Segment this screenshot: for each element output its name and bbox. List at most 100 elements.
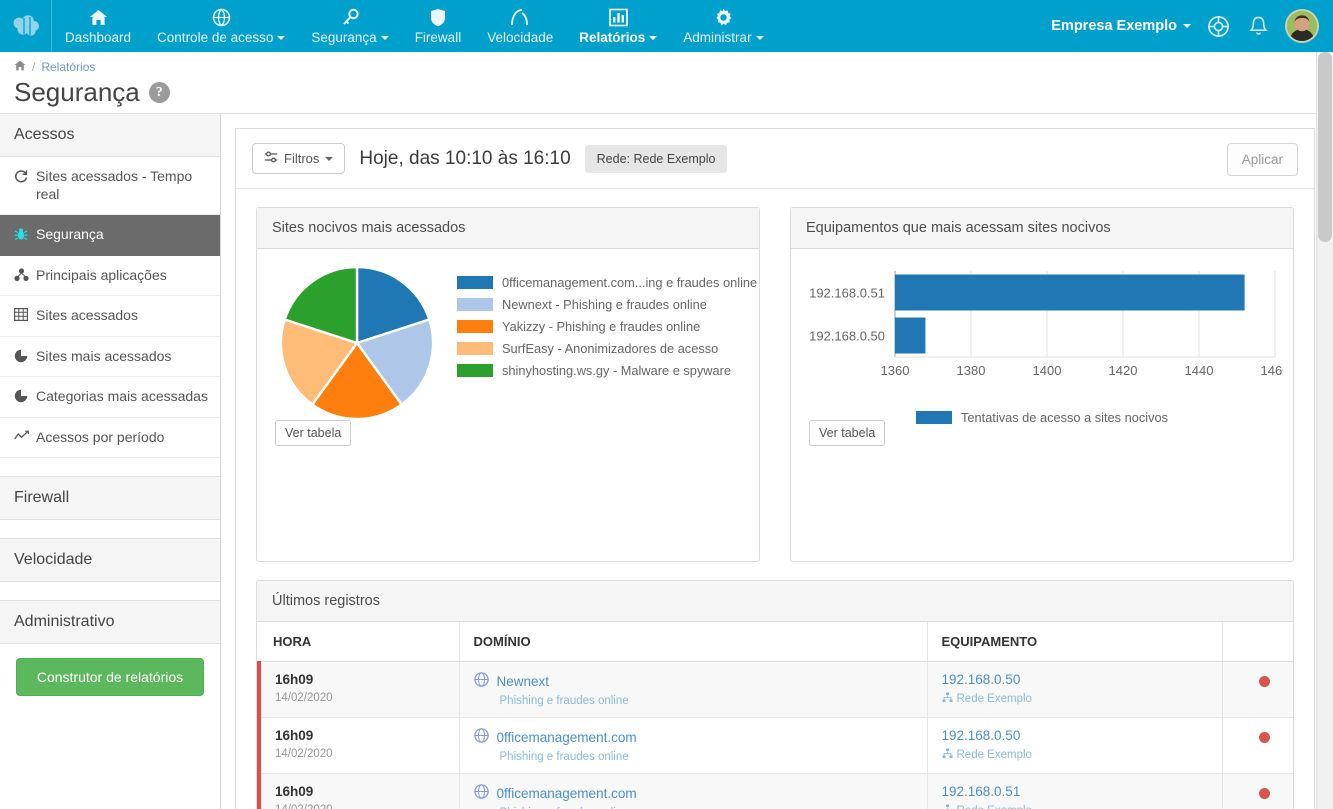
key-icon [341, 8, 360, 27]
primary-nav-items: Dashboard Controle de acesso Segurança F… [52, 0, 777, 52]
date-range-label: Hoje, das 10:10 às 16:10 [359, 147, 571, 169]
record-category: Phishing e fraudes online [499, 751, 629, 763]
help-icon[interactable]: ? [148, 82, 170, 103]
globe-network-icon [212, 8, 231, 27]
record-device[interactable]: 192.168.0.50 [942, 672, 1208, 687]
record-device[interactable]: 192.168.0.51 [942, 784, 1208, 799]
table-row[interactable]: 16h0914/02/20200fficemanagement.comPhish… [257, 773, 1293, 809]
panel-equipamentos: Equipamentos que mais acessam sites noci… [790, 207, 1294, 562]
column-header-status [1222, 622, 1293, 662]
record-domain[interactable]: 0fficemanagement.com [473, 728, 913, 746]
apply-button[interactable]: Aplicar [1226, 143, 1298, 176]
legend-item[interactable]: 0fficemanagement.com...ing e fraudes onl… [457, 271, 759, 293]
sidebar-item-sites-acessados-tempo-real[interactable]: Sites acessados - Tempo real [0, 157, 220, 215]
sidebar-item-label: Sites mais acessados [36, 347, 172, 364]
nav-item-firewall[interactable]: Firewall [402, 0, 475, 52]
view-table-button-pie[interactable]: Ver tabela [275, 420, 352, 446]
pie-chart-legend: 0fficemanagement.com...ing e fraudes onl… [457, 259, 759, 381]
breadcrumb-item-relatorios[interactable]: Relatórios [41, 60, 95, 74]
record-network-label: Rede Exemplo [956, 749, 1032, 761]
company-selector[interactable]: Empresa Exemplo [1051, 18, 1191, 34]
nav-label-dashboard: Dashboard [65, 29, 132, 45]
brand-logo[interactable] [0, 0, 52, 52]
x-axis-tick-label: 1380 [957, 363, 986, 378]
nav-item-administrar[interactable]: Administrar [670, 0, 776, 52]
sidebar-item-label: Segurança [36, 226, 104, 242]
x-axis-tick-label: 1360 [881, 363, 910, 378]
legend-label: Yakizzy - Phishing e fraudes online [502, 318, 701, 334]
cell-hora: 16h09 14/02/2020 [257, 661, 460, 718]
nav-item-relatorios[interactable]: Relatórios [566, 0, 670, 52]
record-category: Phishing e fraudes online [499, 695, 629, 707]
sidebar-group-firewall[interactable]: Firewall [0, 476, 220, 520]
legend-item[interactable]: Yakizzy - Phishing e fraudes online [457, 315, 759, 337]
legend-item[interactable]: Newnext - Phishing e fraudes online [457, 293, 759, 315]
sidebar-item-sites-mais-acessados[interactable]: Sites mais acessados [0, 337, 220, 377]
nav-item-velocidade[interactable]: Velocidade [474, 0, 566, 52]
sidebar-spacer-3 [0, 582, 220, 600]
cell-dominio: 0fficemanagement.com Phishing e fraudes o… [459, 717, 928, 774]
view-table-button-bar[interactable]: Ver tabela [809, 420, 886, 446]
column-header-hora[interactable]: HORA [259, 622, 460, 662]
legend-item[interactable]: SurfEasy - Anonimizadores de acesso [457, 337, 759, 359]
legend-swatch [916, 411, 952, 424]
report-builder-button[interactable]: Construtor de relatórios [16, 658, 204, 696]
home-icon[interactable] [14, 60, 26, 74]
cell-equipamento: 192.168.0.50 Rede Exemplo [927, 717, 1223, 774]
column-header-equipamento[interactable]: EQUIPAMENTO [927, 622, 1223, 662]
panel-title-sites-nocivos: Sites nocivos mais acessados [257, 208, 759, 249]
bar-chart-svg: 1360 1380 1400 1420 1440 1460 192.168.0.51 192.… [809, 271, 1289, 378]
sidebar-item-label: Sites acessados - Tempo real [36, 168, 193, 202]
sidebar-group-administrativo[interactable]: Administrativo [0, 600, 220, 644]
bar-chart[interactable]: 1360 1380 1400 1420 1440 1460 192.168.0.51 192.… [791, 255, 1293, 400]
sidebar: Acessos Sites acessados - Tempo real Seg… [0, 114, 221, 809]
nav-item-seguranca[interactable]: Segurança [298, 0, 401, 52]
record-device[interactable]: 192.168.0.50 [942, 728, 1208, 743]
pie-view-table-wrap: Ver tabela [275, 420, 352, 446]
nav-item-controle-de-acesso[interactable]: Controle de acesso [144, 0, 298, 52]
y-axis-tick-label: 192.168.0.51 [809, 286, 885, 301]
bar[interactable] [895, 274, 1245, 311]
legend-item[interactable]: shinyhosting.ws.gy - Malware e spyware [457, 359, 759, 381]
globe-icon [473, 728, 489, 746]
sidebar-spacer-2 [0, 520, 220, 538]
sidebar-item-principais-aplicacoes[interactable]: Principais aplicações [0, 256, 220, 296]
bar[interactable] [895, 317, 926, 354]
column-header-dominio[interactable]: DOMÍNIO [459, 622, 928, 662]
record-network-label: Rede Exemplo [956, 693, 1032, 705]
legend-swatch [457, 319, 493, 333]
sidebar-group-acessos: Acessos [0, 114, 220, 157]
pie-chart-icon [13, 389, 29, 403]
avatar[interactable] [1285, 9, 1319, 43]
legend-label: 0fficemanagement.com...ing e fraudes onl… [502, 274, 758, 290]
cell-hora: 16h09 14/02/2020 [257, 717, 460, 774]
sidebar-item-categorias-mais-acessadas[interactable]: Categorias mais acessadas [0, 377, 220, 418]
status-badge [1259, 676, 1271, 687]
filters-button[interactable]: Filtros [252, 143, 346, 174]
table-row[interactable]: 16h0914/02/2020 0fficemanagement.com Phish… [257, 717, 1293, 774]
sidebar-item-sites-acessados[interactable]: Sites acessados [0, 296, 220, 337]
record-time: 16h09 [275, 784, 314, 799]
table-row[interactable]: 16h09 14/02/2020 Newnext Phishing e fraudes… [257, 661, 1293, 718]
scrollbar-thumb[interactable] [1318, 52, 1332, 242]
sidebar-item-acessos-por-periodo[interactable]: Acessos por período [0, 418, 220, 458]
record-domain[interactable]: 0fficemanagement.com [473, 784, 913, 802]
sidebar-group-velocidade[interactable]: Velocidade [0, 538, 220, 582]
company-name: Empresa Exemplo [1051, 18, 1177, 34]
top-navigation-bar: Dashboard Controle de acesso Segurança F… [0, 0, 1333, 52]
sidebar-item-seguranca[interactable]: Segurança [0, 215, 220, 256]
pie-chart[interactable] [257, 259, 457, 421]
bell-icon[interactable] [1245, 13, 1271, 39]
records-title: Últimos registros [257, 581, 1293, 622]
page-scrollbar[interactable] [1316, 52, 1333, 809]
nav-item-dashboard[interactable]: Dashboard [52, 0, 144, 52]
record-network-label: Rede Exemplo [957, 805, 1032, 809]
record-domain[interactable]: Newnext [473, 672, 913, 690]
network-filter-chip[interactable]: Rede: Rede Exemplo [584, 144, 728, 173]
globe-icon [473, 672, 489, 690]
lifebuoy-icon[interactable] [1205, 13, 1231, 39]
sitemap-icon [942, 748, 953, 762]
panel-sites-nocivos: Sites nocivos mais acessados 0fficemanag… [256, 207, 760, 562]
sitemap-icon [942, 692, 953, 706]
cell-status [1222, 661, 1293, 718]
